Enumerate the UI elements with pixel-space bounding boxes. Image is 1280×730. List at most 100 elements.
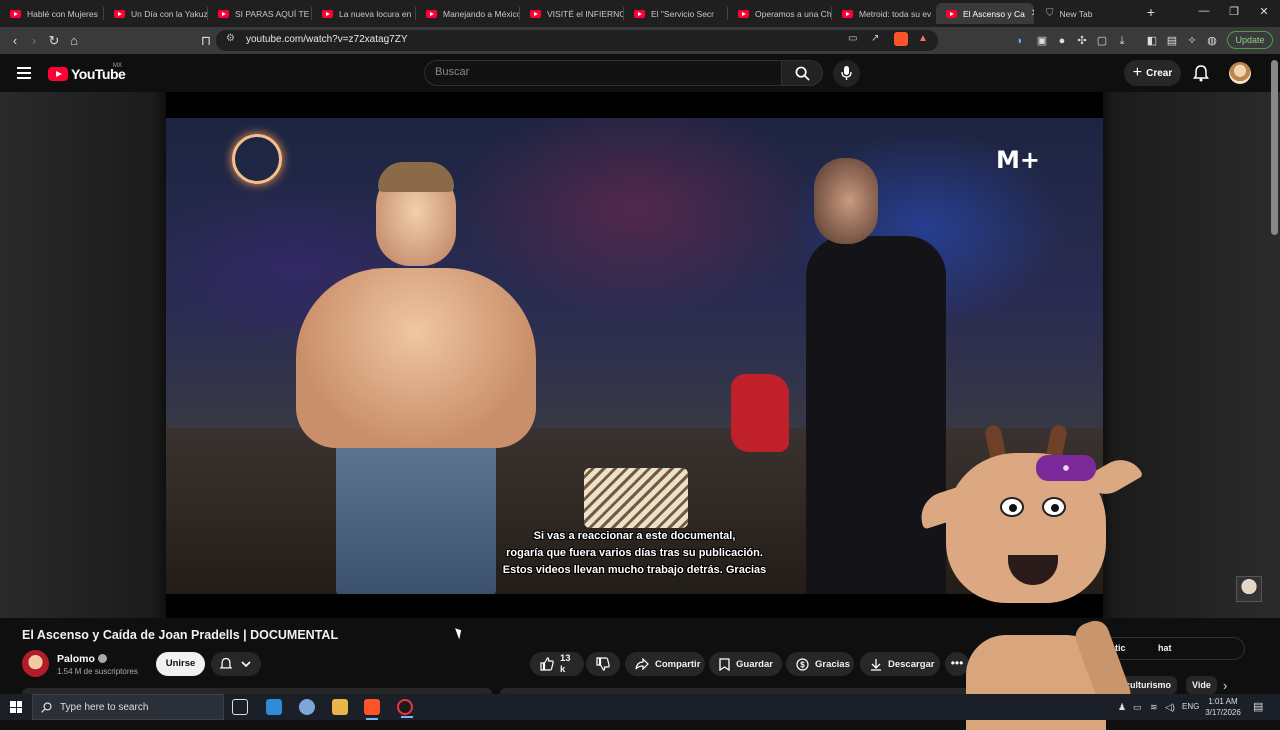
- new-tab-button[interactable]: +: [1143, 4, 1159, 20]
- mouse-cursor: [455, 626, 464, 640]
- shield-icon: ⛉: [1046, 8, 1054, 19]
- browser-tab[interactable]: La nueva locura en: [312, 3, 416, 24]
- brave-browser-icon[interactable]: [364, 699, 380, 720]
- channel-name-container[interactable]: Palomo: [57, 653, 107, 665]
- like-button[interactable]: 13 k: [530, 652, 584, 676]
- tab-label: VISITÉ el INFIERNO: [547, 8, 624, 19]
- share-button[interactable]: Compartir: [625, 652, 705, 676]
- extension-icon[interactable]: ●: [1054, 33, 1070, 49]
- obs-recorder-icon[interactable]: [397, 699, 413, 718]
- app-icon[interactable]: [299, 699, 315, 715]
- account-avatar[interactable]: [1229, 62, 1251, 84]
- filter-chip[interactable]: Vide: [1186, 676, 1217, 694]
- search-box[interactable]: [424, 60, 782, 86]
- browser-tab-strip: Hablé con Mujeres Un Día con la Yakuza S…: [0, 0, 1280, 27]
- brave-rewards-icon[interactable]: ▲: [918, 33, 928, 44]
- create-label: Crear: [1146, 67, 1173, 79]
- search-input[interactable]: [435, 66, 765, 78]
- voice-search-button[interactable]: [833, 60, 860, 87]
- channel-avatar[interactable]: [22, 650, 49, 677]
- browser-tab[interactable]: Un Día con la Yakuza: [104, 3, 208, 24]
- download-icon[interactable]: ⤓: [1114, 33, 1130, 49]
- vpn-icon[interactable]: ◍: [1204, 33, 1220, 49]
- menu-icon[interactable]: [17, 67, 31, 79]
- thumbs-down-icon: [596, 657, 610, 671]
- search-button[interactable]: [781, 60, 823, 86]
- tab-label: Hablé con Mujeres: [27, 8, 98, 19]
- input-language[interactable]: ENG: [1182, 702, 1199, 711]
- youtube-favicon-icon: [842, 9, 853, 18]
- subscription-bell-button[interactable]: [211, 652, 261, 676]
- page-scrollbar[interactable]: [1271, 60, 1278, 235]
- youtube-favicon-icon: [114, 9, 125, 18]
- like-count: 13 k: [560, 653, 571, 675]
- taskbar-search-box[interactable]: Type here to search: [32, 694, 224, 720]
- notification-center-icon[interactable]: ▤: [1253, 700, 1263, 713]
- clock-date: 3/17/2026: [1205, 708, 1241, 717]
- network-icon[interactable]: ▭: [1133, 702, 1142, 713]
- cast-icon[interactable]: ▭: [848, 33, 857, 44]
- bookmark-icon: [719, 657, 730, 671]
- sidebar-icon[interactable]: ◧: [1144, 33, 1160, 49]
- tab-label: Metroid: toda su ev: [859, 8, 932, 19]
- extension-icon[interactable]: ▣: [1034, 33, 1050, 49]
- microphone-icon: [841, 66, 852, 80]
- update-button[interactable]: Update: [1227, 31, 1273, 49]
- people-icon[interactable]: ♟: [1118, 702, 1126, 713]
- thumbs-up-icon: [540, 657, 554, 671]
- restore-icon[interactable]: ❐: [1226, 5, 1242, 18]
- browser-tab[interactable]: El "Servicio Secr: [624, 3, 728, 24]
- browser-tab[interactable]: VISITÉ el INFIERNO: [520, 3, 624, 24]
- browser-tab[interactable]: Metroid: toda su ev: [832, 3, 936, 24]
- windows-start-icon[interactable]: [10, 701, 22, 713]
- subscriber-count: 1.54 M de suscriptores: [57, 667, 138, 676]
- browser-tab-active[interactable]: El Ascenso y Ca ✕: [936, 3, 1034, 24]
- browser-tab[interactable]: SI PARAS AQUÍ TE M: [208, 3, 312, 24]
- dislike-button[interactable]: [586, 652, 620, 676]
- address-bar[interactable]: ⚙ youtube.com/watch?v=z72xatag7ZY ▭ ↗ ▲: [216, 30, 938, 51]
- chevron-right-icon[interactable]: ›: [1223, 678, 1227, 693]
- bookmark-icon[interactable]: ⊓: [198, 33, 214, 49]
- join-button[interactable]: Unirse: [156, 652, 205, 676]
- browser-tab[interactable]: ⛉ New Tab: [1036, 3, 1140, 24]
- home-icon[interactable]: ⌂: [66, 33, 82, 49]
- forward-icon[interactable]: ›: [26, 33, 42, 49]
- site-info-icon[interactable]: ⚙: [226, 33, 235, 44]
- volume-icon[interactable]: ◁): [1165, 702, 1175, 713]
- share-icon[interactable]: ↗: [871, 33, 879, 44]
- puzzle-icon[interactable]: ✣: [1074, 33, 1090, 49]
- screenshot-icon[interactable]: ▢: [1094, 33, 1110, 49]
- back-icon[interactable]: ‹: [7, 33, 23, 49]
- channel-neon-logo: [232, 134, 282, 184]
- notifications-bell-icon[interactable]: [1192, 64, 1210, 82]
- reload-icon[interactable]: ↻: [46, 33, 62, 49]
- clock[interactable]: 1:01 AM 3/17/2026: [1202, 696, 1244, 718]
- leo-icon[interactable]: ✧: [1184, 33, 1200, 49]
- calculator-icon[interactable]: [266, 699, 282, 715]
- person-torso: [296, 268, 536, 448]
- puppet-bow: [1036, 455, 1096, 481]
- browser-tab[interactable]: Hablé con Mujeres: [0, 3, 104, 24]
- share-arrow-icon: [635, 658, 649, 670]
- extension-icon[interactable]: ◗: [1012, 33, 1028, 49]
- tab-label: Operamos a una Ch: [755, 8, 832, 19]
- task-view-icon[interactable]: [232, 699, 248, 715]
- youtube-play-icon: [48, 67, 68, 81]
- close-window-icon[interactable]: ✕: [1256, 5, 1272, 18]
- region-code: MX: [113, 63, 122, 69]
- browser-tab[interactable]: Manejando a México: [416, 3, 520, 24]
- tab-label: El Ascenso y Ca: [963, 8, 1025, 19]
- wifi-icon[interactable]: ≋: [1150, 702, 1158, 713]
- url-text[interactable]: youtube.com/watch?v=z72xatag7ZY: [246, 34, 407, 45]
- browser-tab[interactable]: Operamos a una Ch: [728, 3, 832, 24]
- minimize-icon[interactable]: —: [1196, 5, 1212, 17]
- thanks-button[interactable]: $ Gracias: [786, 652, 854, 676]
- brave-shield-icon[interactable]: [894, 32, 908, 46]
- wallet-icon[interactable]: ▤: [1164, 33, 1180, 49]
- tab-label: Manejando a México: [443, 8, 520, 19]
- file-explorer-icon[interactable]: [332, 699, 348, 715]
- close-tab-icon[interactable]: ✕: [1031, 8, 1034, 19]
- channel-name[interactable]: Palomo: [57, 653, 95, 665]
- create-button[interactable]: + Crear: [1124, 60, 1181, 86]
- save-button[interactable]: Guardar: [709, 652, 782, 676]
